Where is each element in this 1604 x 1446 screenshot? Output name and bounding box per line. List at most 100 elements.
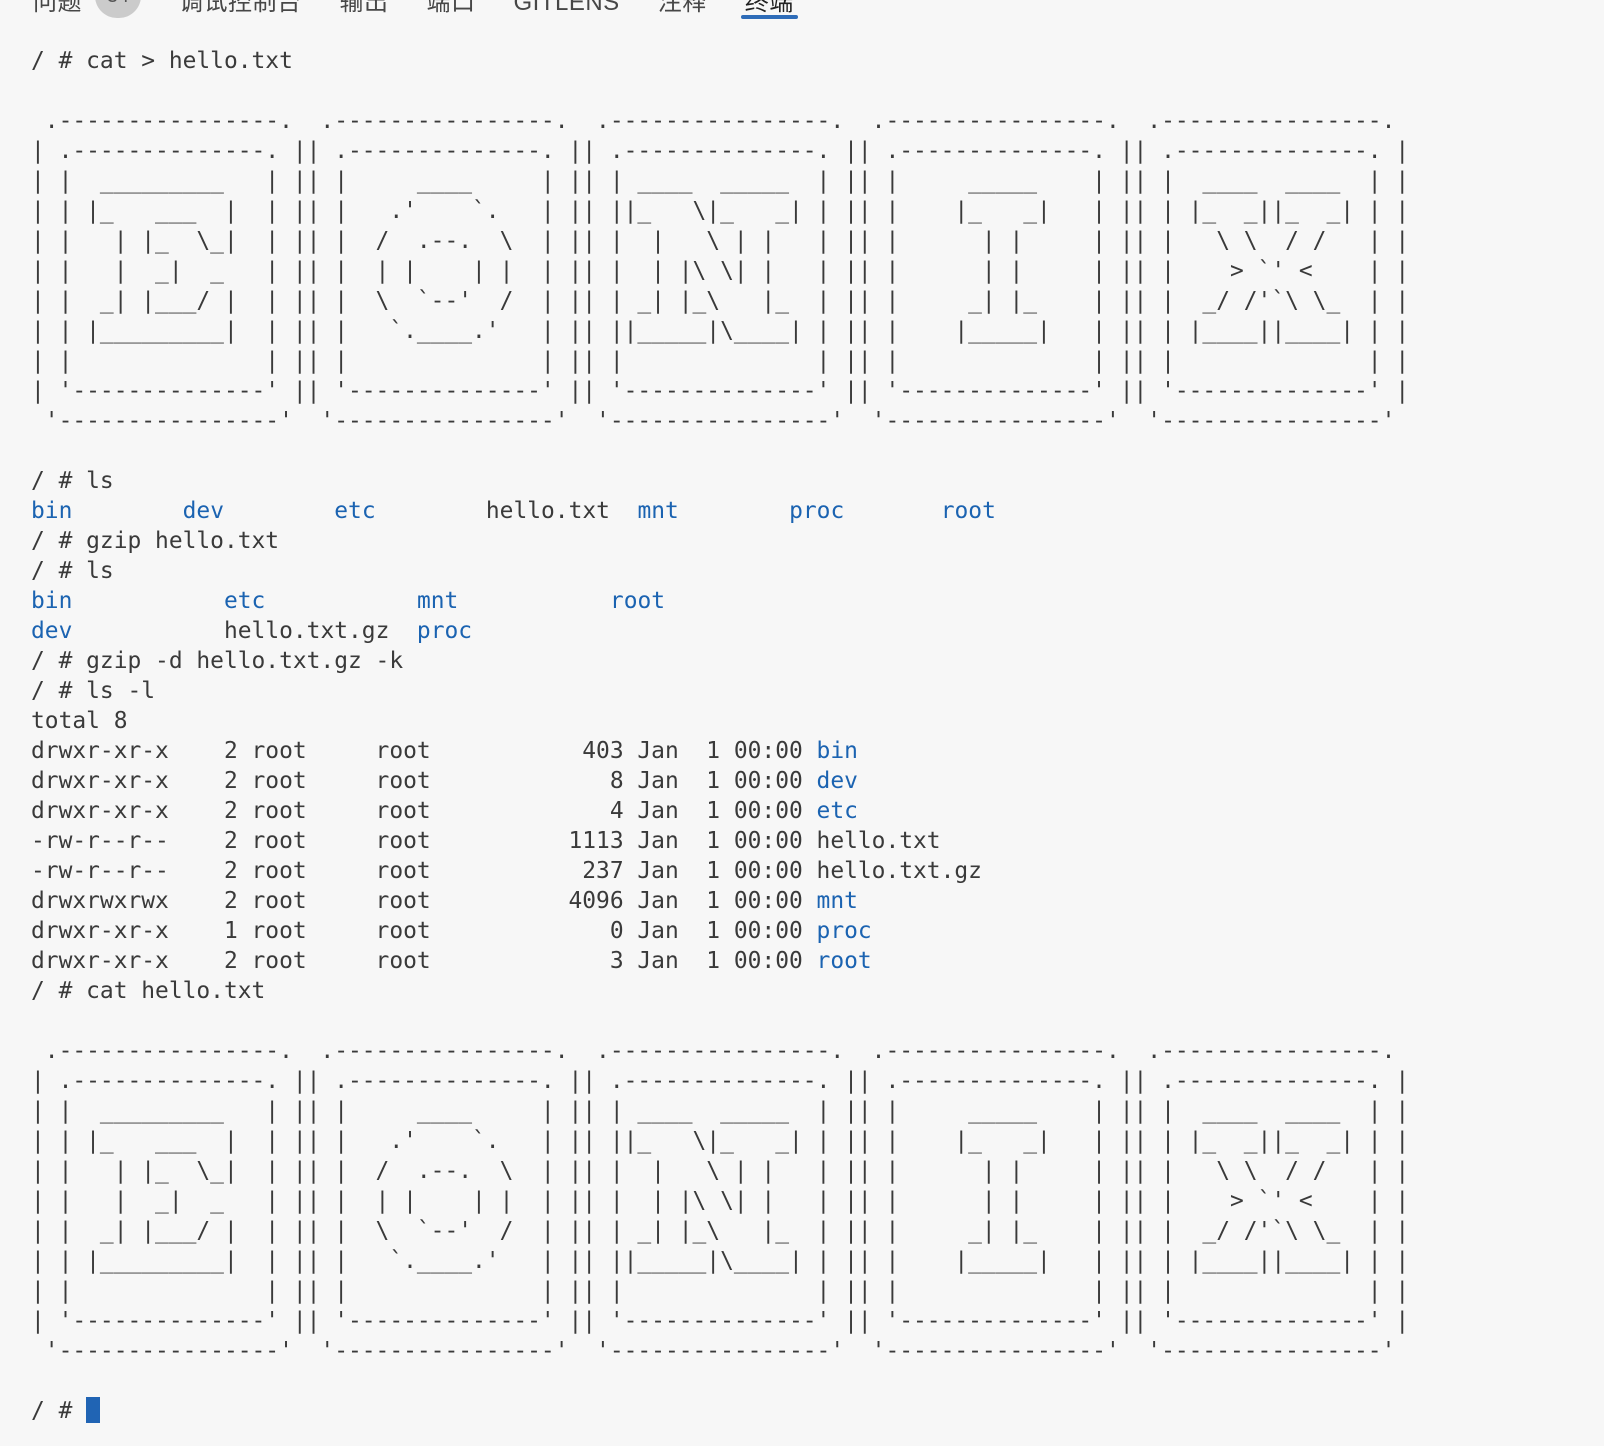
- terminal-line: | | _| |___/ | | || | \ `--' / | || | _|…: [31, 1216, 1604, 1246]
- active-tab-underline: [741, 15, 798, 19]
- terminal-line: drwxr-xr-x 2 root root 3 Jan 1 00:00 roo…: [31, 946, 1604, 976]
- terminal-line: | | _________ | || | ____ | || | ____ __…: [31, 1096, 1604, 1126]
- terminal-cursor: [86, 1397, 100, 1423]
- terminal-text-segment: -rw-r--r-- 2 root root 237 Jan 1 00:00 h…: [31, 858, 982, 884]
- tab-gitlens[interactable]: GITLENS: [514, 0, 620, 21]
- terminal-line: / #: [31, 1396, 1604, 1426]
- terminal-text-segment: | | | _| _ | || | | | | | | || | | |\ \|…: [31, 1188, 1409, 1214]
- terminal-lines: / # cat > hello.txt .----------------. .…: [31, 46, 1604, 1426]
- terminal-line: '----------------' '----------------' '-…: [31, 1336, 1604, 1366]
- terminal-line: | | | _| _ | || | | | | | | || | | |\ \|…: [31, 256, 1604, 286]
- tab-label: 端口: [427, 0, 476, 18]
- terminal-line: | '--------------' || '--------------' |…: [31, 376, 1604, 406]
- terminal-line: | | |_ ___ | | || | .' `. | || ||_ \|_ _…: [31, 196, 1604, 226]
- terminal-line: drwxr-xr-x 2 root root 4 Jan 1 00:00 etc: [31, 796, 1604, 826]
- terminal-line: / # ls: [31, 556, 1604, 586]
- terminal-text-segment: | | | || | | || | | || | | || | | |: [31, 1278, 1409, 1304]
- problems-count-badge: 34: [95, 0, 141, 18]
- terminal-line: [31, 1006, 1604, 1036]
- terminal-text-segment: [458, 588, 610, 614]
- terminal-text-segment: '----------------' '----------------' '-…: [31, 408, 1409, 434]
- terminal-text-segment: .----------------. .----------------. .-…: [31, 1038, 1409, 1064]
- terminal-text-segment: [376, 498, 486, 524]
- terminal-text-segment: drwxr-xr-x 2 root root 8 Jan 1 00:00: [31, 768, 817, 794]
- tab-label: 调试控制台: [179, 0, 302, 18]
- tab-problems[interactable]: 问题 34: [33, 0, 141, 21]
- terminal-line: .----------------. .----------------. .-…: [31, 1036, 1604, 1066]
- terminal-text-segment: / # gzip -d hello.txt.gz -k: [31, 648, 403, 674]
- terminal-line: -rw-r--r-- 2 root root 1113 Jan 1 00:00 …: [31, 826, 1604, 856]
- terminal-line: / # cat > hello.txt: [31, 46, 1604, 76]
- directory-name: mnt: [637, 498, 678, 524]
- terminal-panel[interactable]: / # cat > hello.txt .----------------. .…: [0, 21, 1604, 1426]
- directory-name: mnt: [417, 588, 458, 614]
- terminal-line: / # ls: [31, 466, 1604, 496]
- terminal-text-segment: | | | || | | || | | || | | || | | |: [31, 348, 1409, 374]
- terminal-line: | | |_________| | || | `.____.' | || ||_…: [31, 316, 1604, 346]
- terminal-line: [31, 1366, 1604, 1396]
- terminal-line: dev hello.txt.gz proc: [31, 616, 1604, 646]
- terminal-text-segment: drwxr-xr-x 2 root root 403 Jan 1 00:00: [31, 738, 817, 764]
- terminal-text-segment: '----------------' '----------------' '-…: [31, 1338, 1409, 1364]
- terminal-text-segment: [72, 588, 224, 614]
- terminal-text-segment: | '--------------' || '--------------' |…: [31, 378, 1409, 404]
- tab-label: 注释: [658, 0, 707, 18]
- directory-name: bin: [31, 588, 72, 614]
- terminal-text-segment: [844, 498, 940, 524]
- terminal-text-segment: | | | |_ \_| | || | / .--. \ | || | | \ …: [31, 1158, 1409, 1184]
- terminal-text-segment: hello.txt: [486, 498, 638, 524]
- terminal-line: | | | |_ \_| | || | / .--. \ | || | | \ …: [31, 226, 1604, 256]
- directory-name: bin: [817, 738, 858, 764]
- terminal-line: bin etc mnt root: [31, 586, 1604, 616]
- terminal-text-segment: | | | |_ \_| | || | / .--. \ | || | | \ …: [31, 228, 1409, 254]
- terminal-text-segment: | | | _| _ | || | | | | | | || | | |\ \|…: [31, 258, 1409, 284]
- directory-name: root: [817, 948, 872, 974]
- terminal-text-segment: / # cat > hello.txt: [31, 48, 293, 74]
- terminal-text-segment: -rw-r--r-- 2 root root 1113 Jan 1 00:00 …: [31, 828, 941, 854]
- terminal-line: total 8: [31, 706, 1604, 736]
- terminal-line: | | | |_ \_| | || | / .--. \ | || | | \ …: [31, 1156, 1604, 1186]
- terminal-line: / # gzip hello.txt: [31, 526, 1604, 556]
- tab-comments[interactable]: 注释: [658, 0, 707, 21]
- terminal-text-segment: | .--------------. || .--------------. |…: [31, 1068, 1409, 1094]
- terminal-line: | | _________ | || | ____ | || | ____ __…: [31, 166, 1604, 196]
- terminal-line: drwxr-xr-x 2 root root 403 Jan 1 00:00 b…: [31, 736, 1604, 766]
- tab-debug-console[interactable]: 调试控制台: [179, 0, 302, 21]
- terminal-line: / # ls -l: [31, 676, 1604, 706]
- terminal-line: | | |_ ___ | | || | .' `. | || ||_ \|_ _…: [31, 1126, 1604, 1156]
- directory-name: bin: [31, 498, 72, 524]
- tab-label: GITLENS: [514, 0, 620, 18]
- directory-name: root: [610, 588, 665, 614]
- directory-name: proc: [817, 918, 872, 944]
- terminal-text-segment: | | _________ | || | ____ | || | ____ __…: [31, 168, 1409, 194]
- tab-output[interactable]: 输出: [340, 0, 389, 21]
- tab-ports[interactable]: 端口: [427, 0, 476, 21]
- terminal-text-segment: | | |_ ___ | | || | .' `. | || ||_ \|_ _…: [31, 198, 1409, 224]
- terminal-line: | | | _| _ | || | | | | | | || | | |\ \|…: [31, 1186, 1604, 1216]
- terminal-text-segment: | | |_ ___ | | || | .' `. | || ||_ \|_ _…: [31, 1128, 1409, 1154]
- terminal-line: '----------------' '----------------' '-…: [31, 406, 1604, 436]
- terminal-text-segment: [265, 588, 417, 614]
- terminal-line: | .--------------. || .--------------. |…: [31, 136, 1604, 166]
- tab-label: 输出: [340, 0, 389, 18]
- directory-name: proc: [789, 498, 844, 524]
- terminal-text-segment: | .--------------. || .--------------. |…: [31, 138, 1409, 164]
- directory-name: dev: [183, 498, 224, 524]
- terminal-line: | .--------------. || .--------------. |…: [31, 1066, 1604, 1096]
- directory-name: etc: [334, 498, 375, 524]
- terminal-line: / # gzip -d hello.txt.gz -k: [31, 646, 1604, 676]
- terminal-line: | '--------------' || '--------------' |…: [31, 1306, 1604, 1336]
- directory-name: root: [941, 498, 996, 524]
- terminal-text-segment: [72, 618, 224, 644]
- terminal-text-segment: | | |_________| | || | `.____.' | || ||_…: [31, 1248, 1409, 1274]
- terminal-line: bin dev etc hello.txt mnt proc root: [31, 496, 1604, 526]
- terminal-text-segment: [679, 498, 789, 524]
- directory-name: dev: [817, 768, 858, 794]
- terminal-text-segment: / # ls: [31, 468, 114, 494]
- terminal-text-segment: | '--------------' || '--------------' |…: [31, 1308, 1409, 1334]
- tab-terminal[interactable]: 终端: [745, 0, 794, 21]
- terminal-line: -rw-r--r-- 2 root root 237 Jan 1 00:00 h…: [31, 856, 1604, 886]
- tab-label: 问题: [33, 0, 82, 18]
- directory-name: mnt: [817, 888, 858, 914]
- terminal-line: drwxrwxrwx 2 root root 4096 Jan 1 00:00 …: [31, 886, 1604, 916]
